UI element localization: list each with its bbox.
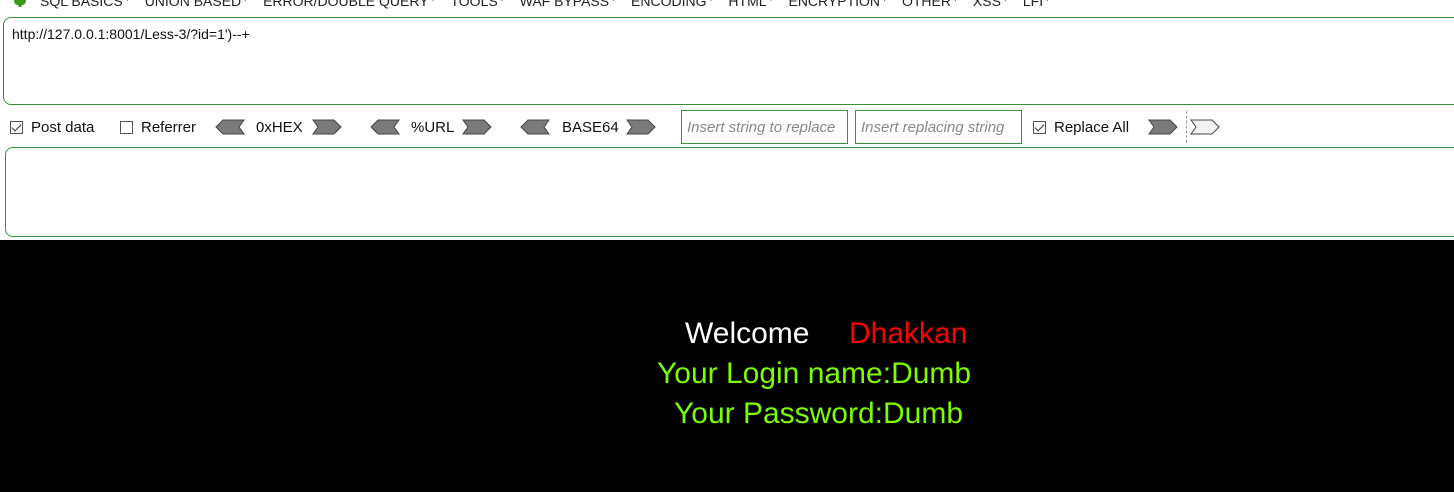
welcome-text: Welcome <box>685 317 810 350</box>
url-decode-arrow-icon[interactable] <box>370 119 400 135</box>
base64-decode-arrow-icon[interactable] <box>520 119 550 135</box>
caret-down-icon: ▼ <box>1044 0 1051 3</box>
replace-go-arrow-icon[interactable] <box>1148 119 1178 135</box>
menu-error-double-query[interactable]: ERROR/DOUBLE QUERY▼ <box>263 0 436 9</box>
hex-encode-arrow-icon[interactable] <box>312 119 342 135</box>
hackbar-controls-row: Post data Referrer 0xHEX %URL BASE64 Ins… <box>0 109 1454 145</box>
menu-union-based[interactable]: UNION BASED▼ <box>145 0 249 9</box>
post-data-toggle[interactable]: Post data <box>10 109 94 145</box>
page-content: Welcome Dhakkan Your Login name:Dumb You… <box>0 240 1454 492</box>
password-line: Your Password:Dumb <box>674 397 964 430</box>
url-textarea[interactable]: http://127.0.0.1:8001/Less-3/?id=1')--+ <box>3 17 1454 105</box>
url-encode-label: %URL <box>411 118 455 136</box>
caret-down-icon: ▼ <box>430 0 437 3</box>
replace-next-arrow-icon[interactable] <box>1190 119 1220 135</box>
url-value: http://127.0.0.1:8001/Less-3/?id=1')--+ <box>12 26 250 42</box>
insert-string-to-replace-input[interactable]: Insert string to replace <box>681 110 848 144</box>
menu-lfi[interactable]: LFI▼ <box>1023 0 1051 9</box>
referrer-toggle[interactable]: Referrer <box>120 109 196 145</box>
referrer-label: Referrer <box>141 118 197 136</box>
base64-label: BASE64 <box>562 118 619 136</box>
caret-down-icon: ▼ <box>610 0 617 3</box>
caret-down-icon: ▼ <box>707 0 714 3</box>
replace-all-label: Replace All <box>1054 118 1130 136</box>
insert-replacing-string-input[interactable]: Insert replacing string <box>855 110 1022 144</box>
post-data-checkbox[interactable] <box>10 120 23 134</box>
hackbar-logo-icon <box>14 0 26 7</box>
toolbar-separator <box>1186 111 1187 143</box>
hex-decode-arrow-icon[interactable] <box>215 119 245 135</box>
welcome-name: Dhakkan <box>849 317 968 350</box>
caret-down-icon: ▼ <box>768 0 775 3</box>
replace-all-checkbox[interactable] <box>1033 120 1046 134</box>
menu-encryption[interactable]: ENCRYPTION▼ <box>788 0 887 9</box>
menu-tools[interactable]: TOOLS▼ <box>450 0 505 9</box>
post-data-textarea[interactable] <box>5 147 1454 237</box>
post-data-label: Post data <box>31 118 95 136</box>
menu-encoding[interactable]: ENCODING▼ <box>631 0 714 9</box>
referrer-checkbox[interactable] <box>120 120 133 134</box>
caret-down-icon: ▼ <box>124 0 131 3</box>
hex-label: 0xHEX <box>256 118 303 136</box>
hackbar-menubar: SQL BASICS▼ UNION BASED▼ ERROR/DOUBLE QU… <box>0 0 1065 11</box>
replace-all-toggle[interactable]: Replace All <box>1033 109 1129 145</box>
menu-xss[interactable]: XSS▼ <box>973 0 1009 9</box>
menu-other[interactable]: OTHER▼ <box>902 0 959 9</box>
caret-down-icon: ▼ <box>881 0 888 3</box>
login-name-line: Your Login name:Dumb <box>657 357 972 390</box>
caret-down-icon: ▼ <box>242 0 249 3</box>
base64-encode-arrow-icon[interactable] <box>626 119 656 135</box>
menu-html[interactable]: HTML▼ <box>728 0 774 9</box>
hackbar-toolbar: SQL BASICS▼ UNION BASED▼ ERROR/DOUBLE QU… <box>0 0 1454 240</box>
caret-down-icon: ▼ <box>499 0 506 3</box>
caret-down-icon: ▼ <box>952 0 959 3</box>
menu-sql-basics[interactable]: SQL BASICS▼ <box>40 0 131 9</box>
menu-waf-bypass[interactable]: WAF BYPASS▼ <box>520 0 617 9</box>
url-encode-arrow-icon[interactable] <box>462 119 492 135</box>
caret-down-icon: ▼ <box>1002 0 1009 3</box>
